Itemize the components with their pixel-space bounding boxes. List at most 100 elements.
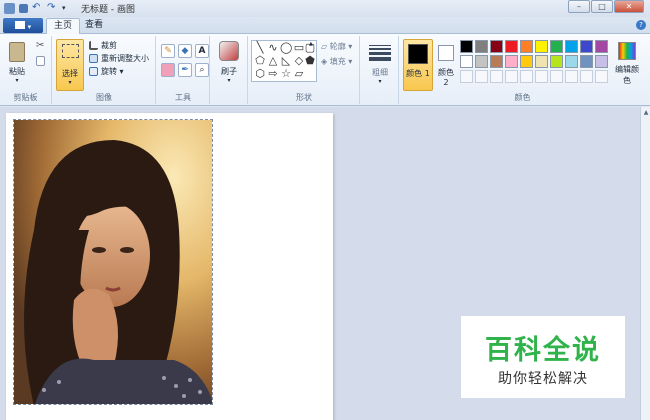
color-swatch[interactable]	[580, 55, 593, 68]
chevron-down-icon: ▾	[15, 77, 19, 84]
color-swatch[interactable]	[565, 40, 578, 53]
fill-dropdown[interactable]: ◈ 填充 ▾	[321, 56, 352, 67]
customize-qat-icon[interactable]: ▾	[62, 3, 73, 14]
curve-shape-icon[interactable]: ∿	[267, 42, 279, 54]
color-swatch[interactable]	[520, 40, 533, 53]
paste-button[interactable]: 粘贴 ▾	[6, 40, 28, 88]
image-group-label: 图像	[96, 93, 112, 102]
crop-icon[interactable]	[89, 41, 98, 50]
oval-shape-icon[interactable]: ◯	[280, 42, 292, 54]
chevron-down-icon: ▾	[68, 79, 72, 86]
fill-bucket-icon[interactable]: ◆	[178, 44, 192, 58]
group-colors: 颜色 1 颜色 2 编辑颜色 颜色	[400, 36, 645, 104]
color-swatch[interactable]	[535, 40, 548, 53]
edit-colors-button[interactable]: 编辑颜色	[612, 40, 642, 90]
star-shape-icon[interactable]: ☆	[280, 68, 292, 80]
color-swatch[interactable]	[550, 55, 563, 68]
minimize-button[interactable]: –	[568, 0, 590, 13]
polygon-shape-icon[interactable]: ⬠	[254, 55, 266, 67]
resize-label[interactable]: 重新调整大小	[101, 53, 149, 64]
color-swatch[interactable]	[595, 55, 608, 68]
pencil-icon[interactable]: ✎	[161, 44, 175, 58]
outline-dropdown[interactable]: ▱ 轮廓 ▾	[321, 41, 352, 52]
paint-app-icon	[4, 3, 15, 14]
custom-color-swatch[interactable]	[595, 70, 608, 83]
color-swatch[interactable]	[490, 55, 503, 68]
text-tool-icon[interactable]: A	[195, 44, 209, 58]
custom-color-swatch[interactable]	[460, 70, 473, 83]
pentagon-shape-icon[interactable]: ⬟	[304, 55, 316, 67]
watermark-subtitle: 助你轻松解决	[498, 371, 588, 387]
edit-colors-icon	[618, 42, 636, 60]
color-swatch[interactable]	[475, 40, 488, 53]
custom-color-swatch[interactable]	[520, 70, 533, 83]
shapes-scroll-up-icon[interactable]: ▲	[309, 41, 315, 47]
color-swatch[interactable]	[550, 40, 563, 53]
colors-group-label: 颜色	[514, 93, 531, 102]
rotate-icon[interactable]	[89, 67, 98, 76]
callout-shape-icon[interactable]: ▱	[293, 68, 305, 80]
color-swatch[interactable]	[535, 55, 548, 68]
color-swatch[interactable]	[460, 40, 473, 53]
color-swatch[interactable]	[565, 55, 578, 68]
eraser-icon[interactable]	[161, 63, 175, 77]
arrow-shape-icon[interactable]: ⇨	[267, 68, 279, 80]
copy-icon[interactable]	[36, 56, 45, 66]
file-menu-button[interactable]: ▾	[3, 18, 43, 33]
color-swatch[interactable]	[490, 40, 503, 53]
line-shape-icon[interactable]: ╲	[254, 42, 266, 54]
right-triangle-shape-icon[interactable]: ◺	[280, 55, 292, 67]
color-swatch[interactable]	[520, 55, 533, 68]
undo-icon[interactable]: ↶	[32, 3, 43, 14]
color1-selector[interactable]: 颜色 1	[403, 39, 433, 91]
chevron-down-icon: ▾	[27, 23, 32, 31]
rotate-label[interactable]: 旋转 ▾	[101, 66, 124, 77]
clipboard-icon	[9, 42, 25, 62]
color-swatch[interactable]	[460, 55, 473, 68]
select-button[interactable]: 选择 ▾	[56, 39, 84, 91]
portrait-image	[14, 120, 212, 404]
color-picker-icon[interactable]: ✒	[178, 63, 192, 77]
edit-colors-label: 编辑颜色	[615, 65, 639, 85]
custom-color-swatch[interactable]	[550, 70, 563, 83]
tools-row-1: ✎ ◆ A	[161, 44, 212, 58]
custom-color-swatch[interactable]	[580, 70, 593, 83]
resize-icon[interactable]	[89, 54, 98, 63]
tab-view[interactable]: 查看	[78, 18, 110, 34]
color-swatch[interactable]	[505, 55, 518, 68]
group-clipboard: 粘贴 ▾ ✂ 剪贴板	[0, 36, 52, 104]
brush-icon	[219, 41, 239, 61]
help-icon[interactable]: ?	[636, 20, 646, 30]
hexagon-shape-icon[interactable]: ⬡	[254, 68, 266, 80]
color-swatch[interactable]	[505, 40, 518, 53]
triangle-shape-icon[interactable]: △	[267, 55, 279, 67]
color-swatch[interactable]	[580, 40, 593, 53]
redo-icon[interactable]: ↷	[47, 3, 58, 14]
close-button[interactable]: ✕	[614, 0, 644, 13]
maximize-button[interactable]: □	[591, 0, 613, 13]
custom-color-swatch[interactable]	[535, 70, 548, 83]
pasted-photo[interactable]	[13, 119, 213, 405]
tools-group-label: 工具	[175, 93, 191, 102]
custom-color-swatch[interactable]	[505, 70, 518, 83]
brushes-label: 刷子	[221, 67, 237, 76]
color-swatch[interactable]	[475, 55, 488, 68]
group-shapes: ╲ ∿ ◯ ▭ ▢ ⬠ △ ◺ ◇ ⬟ ⬡ ⇨ ☆ ▱ ▲ ▱ 轮廓 ▾ ◈ 填…	[249, 36, 360, 104]
vertical-scrollbar[interactable]: ▲	[640, 107, 650, 420]
drawing-canvas[interactable]	[6, 113, 333, 420]
color-swatch[interactable]	[595, 40, 608, 53]
save-icon[interactable]	[19, 4, 28, 13]
line-width-icon	[369, 45, 391, 61]
size-button[interactable]: 粗细 ▾	[366, 39, 394, 91]
magnifier-icon[interactable]: ⌕	[195, 63, 209, 77]
custom-color-swatch[interactable]	[475, 70, 488, 83]
cut-icon[interactable]: ✂	[36, 41, 45, 51]
crop-label[interactable]: 裁剪	[101, 40, 117, 51]
tab-home[interactable]: 主页	[46, 18, 81, 34]
watermark-title: 百科全说	[485, 335, 601, 366]
custom-color-swatch[interactable]	[565, 70, 578, 83]
custom-color-swatch[interactable]	[490, 70, 503, 83]
scroll-up-icon[interactable]: ▲	[642, 109, 650, 118]
color2-selector[interactable]: 颜色 2	[436, 39, 456, 91]
brushes-button[interactable]: 刷子 ▾	[216, 39, 242, 91]
